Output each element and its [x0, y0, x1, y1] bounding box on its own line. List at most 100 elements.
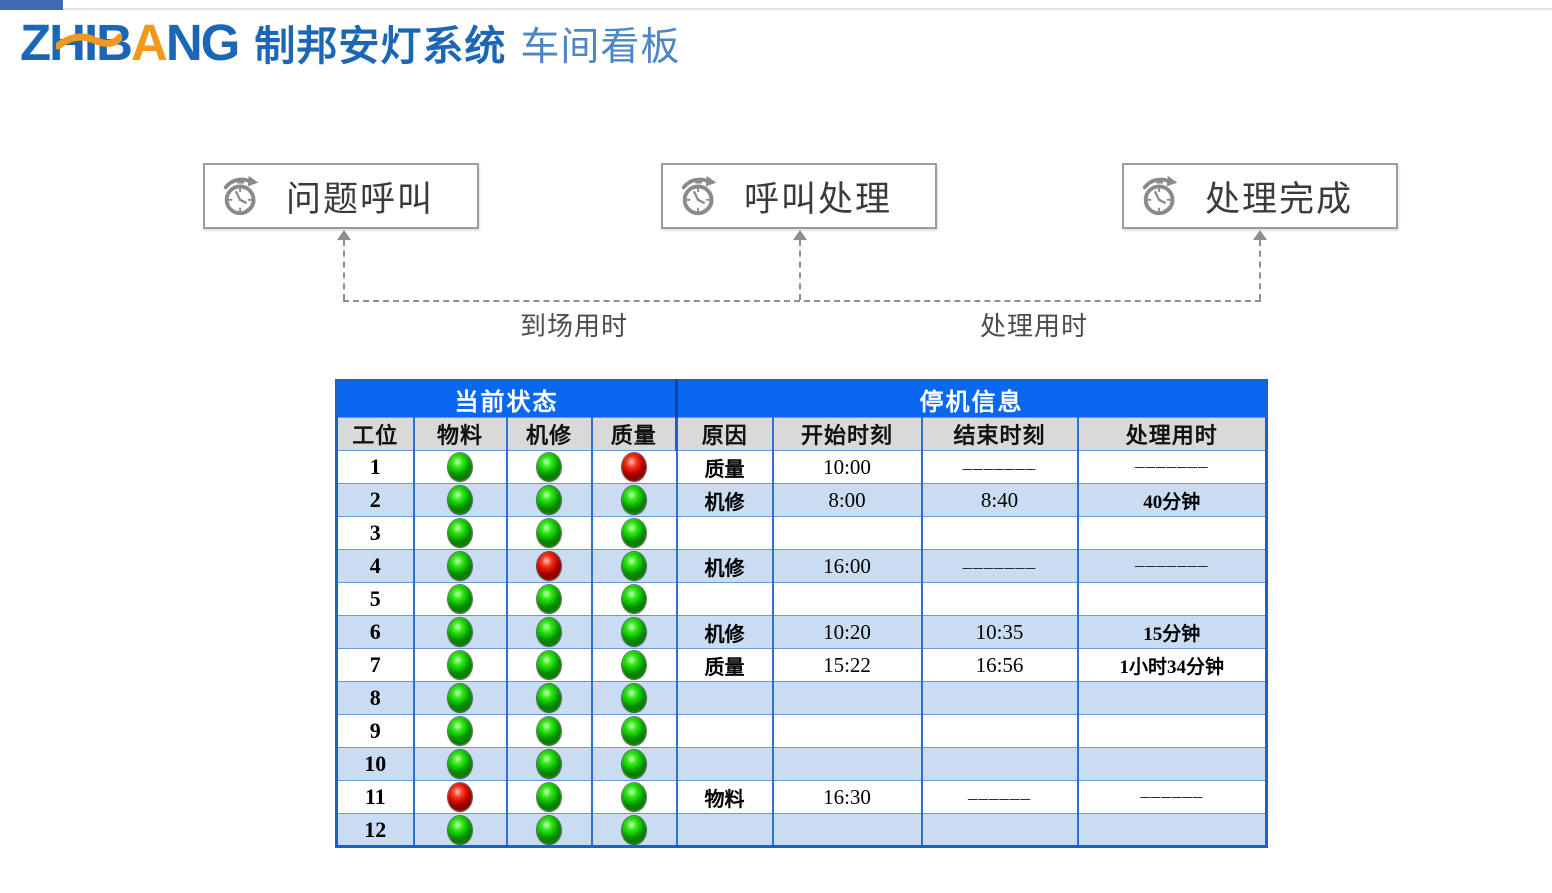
- status-light-green: [537, 453, 561, 481]
- light-cell-mechanic: [507, 649, 592, 682]
- table-row: 11物料16:30––––––––––––: [337, 781, 1267, 814]
- status-light-green: [448, 684, 472, 712]
- arrow-up-icon: [1253, 230, 1267, 240]
- arrival-duration-label: 到场用时: [504, 306, 644, 343]
- table-row: 10: [337, 748, 1267, 781]
- stopwatch-icon: [1138, 173, 1184, 219]
- light-cell-material: [414, 484, 507, 517]
- column-header: 结束时刻: [922, 418, 1078, 451]
- end-time-cell: [922, 517, 1078, 550]
- status-light-green: [622, 486, 646, 514]
- light-cell-quality: [592, 616, 677, 649]
- stopwatch-icon: [219, 173, 265, 219]
- status-light-green: [537, 750, 561, 778]
- light-cell-quality: [592, 781, 677, 814]
- reason-cell: [677, 517, 773, 550]
- light-cell-quality: [592, 484, 677, 517]
- empty-dashes: ––––––: [968, 788, 1031, 809]
- duration-cell: [1078, 814, 1267, 847]
- workshop-kanban-page: ZHIBANG 制邦安灯系统 车间看板 问题呼叫: [0, 0, 1552, 893]
- light-cell-quality: [592, 715, 677, 748]
- end-time-cell: –––––––: [922, 451, 1078, 484]
- end-time-cell: [922, 583, 1078, 616]
- step-box-problem-call[interactable]: 问题呼叫: [203, 163, 479, 229]
- status-light-green: [537, 783, 561, 811]
- status-light-green: [448, 453, 472, 481]
- table-row: 4机修16:00––––––––––––––: [337, 550, 1267, 583]
- status-light-green: [537, 651, 561, 679]
- status-light-green: [622, 750, 646, 778]
- group-header-current-status: 当前状态: [337, 381, 677, 418]
- empty-dashes: –––––––: [1135, 456, 1209, 477]
- light-cell-mechanic: [507, 517, 592, 550]
- status-light-green: [622, 651, 646, 679]
- start-time-cell: [773, 682, 922, 715]
- arrow-up-icon: [337, 230, 351, 240]
- station-cell: 9: [337, 715, 414, 748]
- top-strip: [0, 0, 1552, 10]
- station-cell: 12: [337, 814, 414, 847]
- duration-cell: –––––––: [1078, 451, 1267, 484]
- brand-header: ZHIBANG 制邦安灯系统 车间看板: [20, 12, 680, 72]
- status-light-green: [622, 552, 646, 580]
- station-cell: 5: [337, 583, 414, 616]
- column-header: 处理用时: [1078, 418, 1267, 451]
- light-cell-mechanic: [507, 616, 592, 649]
- reason-cell: 质量: [677, 649, 773, 682]
- start-time-cell: 8:00: [773, 484, 922, 517]
- group-header-stoppage-info: 停机信息: [677, 381, 1267, 418]
- reason-cell: [677, 583, 773, 616]
- end-time-cell: [922, 748, 1078, 781]
- column-header: 质量: [592, 418, 677, 451]
- end-time-cell: 16:56: [922, 649, 1078, 682]
- table-row: 7质量15:2216:561小时34分钟: [337, 649, 1267, 682]
- light-cell-material: [414, 748, 507, 781]
- page-subtitle: 车间看板: [520, 16, 680, 72]
- status-light-green: [537, 816, 561, 844]
- reason-cell: [677, 814, 773, 847]
- start-time-cell: [773, 517, 922, 550]
- status-light-green: [622, 519, 646, 547]
- status-table-wrap: 当前状态停机信息工位物料机修质量原因开始时刻结束时刻处理用时 1质量10:00–…: [335, 379, 1268, 848]
- start-time-cell: [773, 715, 922, 748]
- step-box-handling-complete[interactable]: 处理完成: [1122, 163, 1398, 229]
- end-time-cell: [922, 682, 1078, 715]
- duration-cell: –––––––: [1078, 550, 1267, 583]
- step-label: 呼叫处理: [723, 171, 927, 222]
- status-light-green: [448, 618, 472, 646]
- status-light-green: [622, 618, 646, 646]
- station-cell: 4: [337, 550, 414, 583]
- start-time-cell: 10:00: [773, 451, 922, 484]
- light-cell-material: [414, 814, 507, 847]
- station-cell: 3: [337, 517, 414, 550]
- station-cell: 7: [337, 649, 414, 682]
- step-box-call-handling[interactable]: 呼叫处理: [661, 163, 937, 229]
- light-cell-material: [414, 583, 507, 616]
- light-cell-material: [414, 649, 507, 682]
- status-light-red: [537, 552, 561, 580]
- start-time-cell: [773, 748, 922, 781]
- end-time-cell: [922, 715, 1078, 748]
- table-row: 1质量10:00––––––––––––––: [337, 451, 1267, 484]
- light-cell-mechanic: [507, 583, 592, 616]
- status-light-green: [537, 519, 561, 547]
- connector-hline: [343, 300, 1261, 302]
- logo-text-left: ZH: [20, 14, 84, 71]
- end-time-cell: ––––––: [922, 781, 1078, 814]
- logo-text-right: NG: [166, 14, 239, 71]
- status-light-green: [622, 783, 646, 811]
- light-cell-material: [414, 451, 507, 484]
- status-light-red: [622, 453, 646, 481]
- table-row: 5: [337, 583, 1267, 616]
- duration-cell: [1078, 682, 1267, 715]
- status-light-green: [622, 717, 646, 745]
- column-header: 开始时刻: [773, 418, 922, 451]
- status-light-green: [448, 750, 472, 778]
- station-cell: 8: [337, 682, 414, 715]
- logo-text-mid: IB: [84, 14, 131, 71]
- reason-cell: [677, 715, 773, 748]
- logo-text-accent: A: [131, 14, 166, 71]
- status-light-green: [622, 585, 646, 613]
- reason-cell: 机修: [677, 550, 773, 583]
- table-row: 3: [337, 517, 1267, 550]
